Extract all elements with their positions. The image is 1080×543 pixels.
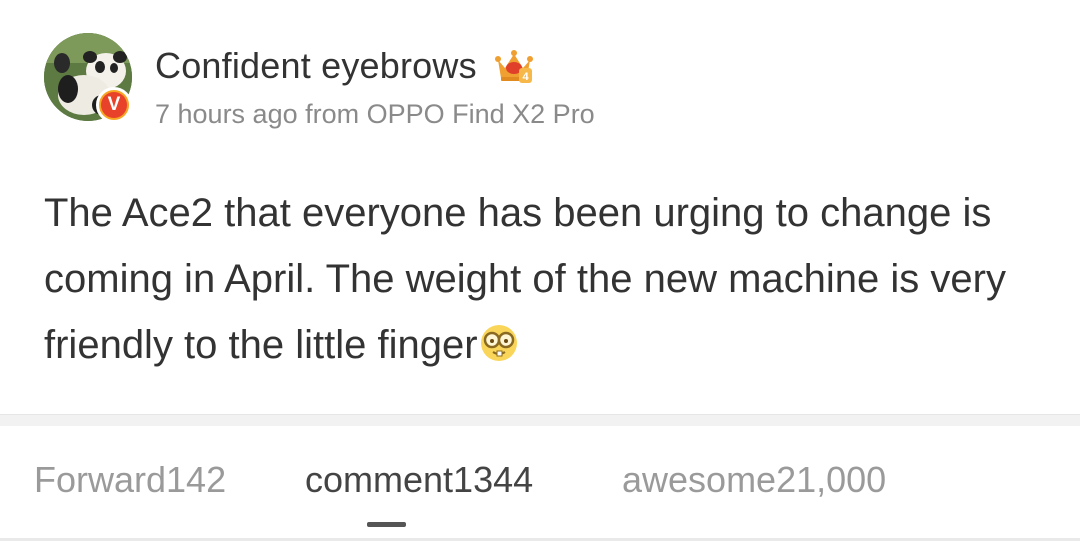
verified-v-icon: V	[101, 92, 127, 118]
section-divider	[0, 414, 1080, 426]
verified-badge: V	[96, 87, 132, 123]
tab-comment[interactable]: comment1344	[305, 459, 533, 501]
tab-forward[interactable]: Forward142	[34, 459, 226, 501]
username-row: Confident eyebrows 4	[155, 44, 533, 88]
post-card: V Confident eyebrows 4 7 hours ago from …	[0, 0, 1080, 414]
nerd-glasses-emoji-icon	[478, 318, 520, 361]
action-tabs: Forward142 comment1344 awesome21,000	[0, 426, 1080, 543]
avatar-container[interactable]: V	[44, 33, 132, 123]
crown-level: 4	[522, 71, 529, 83]
bottom-divider	[0, 538, 1080, 541]
post-meta: 7 hours ago from OPPO Find X2 Pro	[155, 99, 595, 129]
post-text-block: The Ace2 that everyone has been urging t…	[44, 180, 1044, 378]
tab-awesome[interactable]: awesome21,000	[622, 459, 886, 501]
post-text: The Ace2 that everyone has been urging t…	[44, 191, 1006, 367]
active-tab-indicator	[367, 522, 406, 527]
username[interactable]: Confident eyebrows	[155, 45, 477, 87]
crown-icon[interactable]: 4	[494, 46, 533, 86]
